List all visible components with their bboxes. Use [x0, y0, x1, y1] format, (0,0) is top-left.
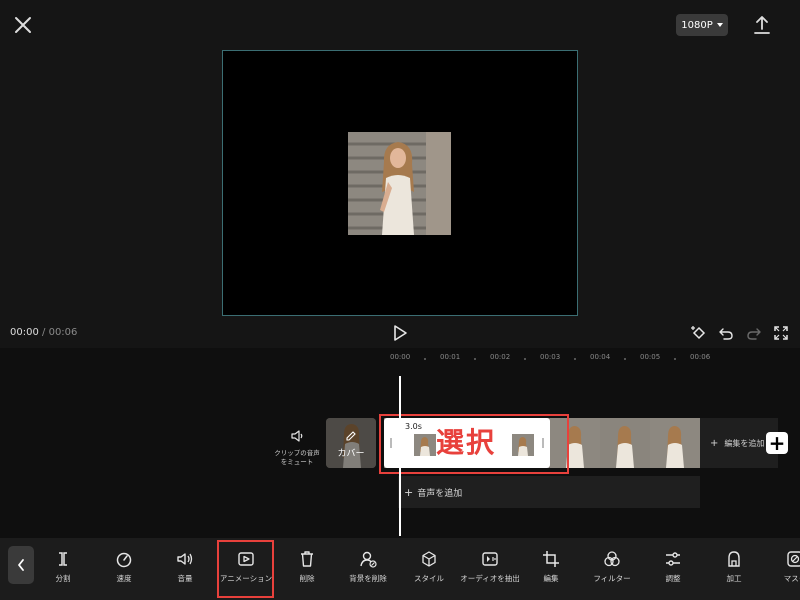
animation-highlight-box: [217, 540, 274, 598]
speed-icon: [116, 552, 132, 568]
trash-icon: [301, 551, 313, 567]
tool-label: 調整: [665, 574, 681, 583]
tool-label: フィルター: [593, 574, 631, 583]
close-button[interactable]: [12, 14, 34, 36]
tool-label: スタイル: [414, 574, 444, 583]
resolution-dropdown[interactable]: 1080P: [676, 14, 728, 36]
pencil-icon: [346, 431, 356, 441]
close-icon: [15, 17, 31, 33]
timecode: 00:00 / 00:06: [10, 327, 77, 338]
ruler-dot: [574, 358, 576, 360]
tool-mask[interactable]: マスク: [765, 550, 800, 584]
ruler-tick-label: 00:05: [640, 353, 661, 361]
tool-edit[interactable]: 編集: [521, 550, 581, 584]
tool-filter[interactable]: フィルター: [582, 550, 642, 584]
ruler-tick-label: 00:04: [590, 353, 611, 361]
upload-icon: [754, 16, 770, 34]
remove-background-icon: [360, 551, 377, 568]
ruler-dot: [424, 358, 426, 360]
tool-label: マスク: [783, 574, 800, 583]
tool-volume[interactable]: 音量: [155, 550, 215, 584]
tool-extract-audio[interactable]: オーディオを抽出: [460, 550, 520, 584]
ruler-dot: [624, 358, 626, 360]
add-edit-label: 編集を追加: [724, 438, 765, 448]
style-icon: [422, 551, 436, 567]
keyframe-icon: [691, 326, 706, 340]
plus-icon: +: [404, 485, 414, 499]
undo-button[interactable]: [718, 325, 734, 341]
add-clip-button[interactable]: +: [766, 432, 788, 454]
tool-label: 削除: [299, 574, 315, 583]
tool-label: オーディオを抽出: [460, 574, 520, 583]
retouch-icon: [728, 551, 740, 567]
plus-icon: +: [710, 437, 719, 449]
tool-style[interactable]: スタイル: [399, 550, 459, 584]
playhead[interactable]: [399, 376, 401, 536]
redo-button[interactable]: [746, 325, 762, 341]
tool-label: 背景を削除: [349, 574, 387, 583]
tool-split[interactable]: 分割: [33, 550, 93, 584]
fullscreen-button[interactable]: [773, 325, 789, 341]
crop-icon: [543, 551, 559, 567]
resolution-value: 1080P: [681, 19, 713, 31]
selection-annotation-text: 選択: [436, 426, 497, 459]
ruler-dot: [524, 358, 526, 360]
cover-label: カバー: [337, 449, 365, 459]
ruler-tick-label: 00:03: [540, 353, 561, 361]
tool-adjust[interactable]: 調整: [643, 550, 703, 584]
plus-icon: +: [768, 431, 786, 455]
caret-down-icon: [716, 23, 723, 27]
add-audio-button[interactable]: + 音声を追加: [398, 476, 700, 508]
chevron-left-icon: [18, 559, 24, 571]
add-audio-label: 音声を追加: [417, 488, 463, 499]
tool-remove-background[interactable]: 背景を削除: [338, 550, 398, 584]
play-icon: [394, 325, 407, 341]
tool-label: 音量: [177, 574, 193, 583]
tool-label: 加工: [726, 574, 742, 583]
volume-icon: [177, 553, 193, 565]
ruler-tick-label: 00:06: [690, 353, 711, 361]
redo-icon: [747, 328, 761, 340]
ruler-tick-label: 00:01: [440, 353, 461, 361]
tool-label: 編集: [543, 574, 559, 583]
tool-speed[interactable]: 速度: [94, 550, 154, 584]
adjust-icon: [666, 552, 680, 566]
ruler-dot: [474, 358, 476, 360]
extract-audio-icon: [482, 552, 498, 566]
total-time: 00:06: [48, 327, 78, 338]
current-time: 00:00: [10, 327, 39, 338]
speaker-icon: [291, 430, 303, 442]
ruler-tick-label: 00:00: [390, 353, 411, 361]
undo-icon: [719, 328, 733, 340]
mute-clip-audio-button[interactable]: クリップの音声をミュート: [272, 428, 322, 467]
mute-label: クリップの音声をミュート: [274, 449, 320, 466]
time-separator: /: [42, 327, 46, 338]
tool-label: 分割: [55, 574, 71, 583]
mask-icon: [787, 551, 800, 567]
cover-button[interactable]: カバー: [326, 418, 376, 468]
ruler-dot: [674, 358, 676, 360]
preview-photo: [348, 132, 451, 235]
tool-retouch[interactable]: 加工: [704, 550, 764, 584]
ruler-tick-label: 00:02: [490, 353, 511, 361]
tool-delete[interactable]: 削除: [277, 550, 337, 584]
tool-label: 速度: [116, 574, 132, 583]
back-button[interactable]: [8, 546, 34, 584]
export-button[interactable]: [752, 14, 772, 36]
play-button[interactable]: [392, 324, 408, 342]
split-icon: [59, 552, 67, 566]
keyframe-button[interactable]: [690, 324, 708, 342]
filter-icon: [604, 551, 620, 567]
fullscreen-icon: [774, 326, 788, 340]
